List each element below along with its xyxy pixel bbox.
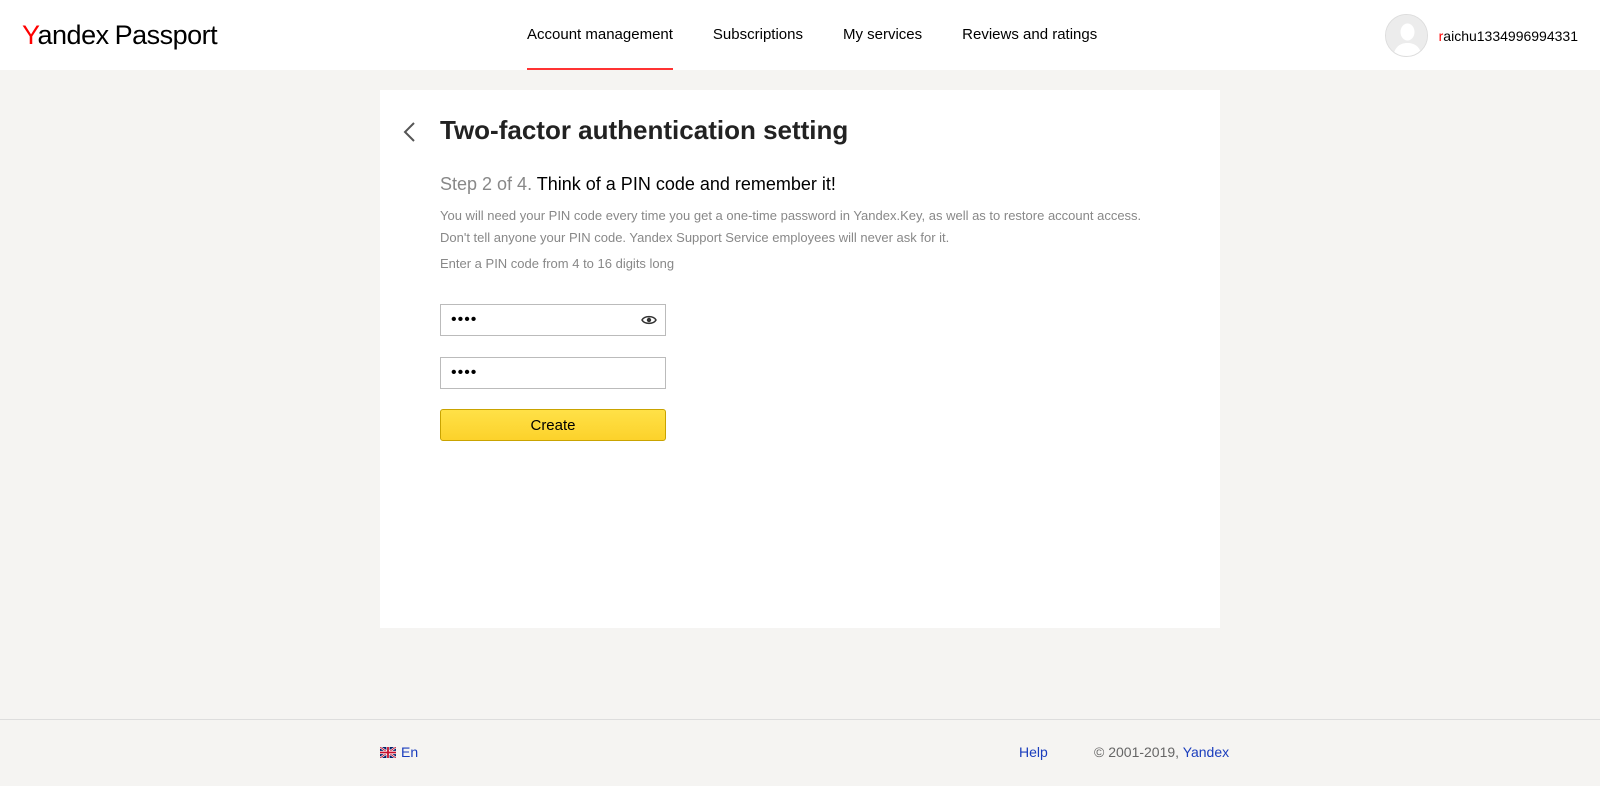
username[interactable]: raichu1334996994331 [1439, 28, 1578, 44]
nav-reviews-and-ratings[interactable]: Reviews and ratings [962, 0, 1097, 70]
back-button[interactable] [400, 120, 420, 144]
step-text: Think of a PIN code and remember it! [536, 174, 836, 194]
pin-description-line2: Don't tell anyone your PIN code. Yandex … [440, 230, 950, 245]
help-link[interactable]: Help [1019, 744, 1048, 760]
nav-my-services[interactable]: My services [843, 0, 922, 70]
copyright: © 2001-2019, Yandex [1094, 744, 1229, 760]
logo-product: Passport [114, 20, 218, 50]
pin-confirm-input[interactable] [441, 358, 665, 388]
user-menu[interactable]: raichu1334996994331 [1384, 14, 1578, 57]
avatar[interactable] [1384, 14, 1428, 57]
yandex-passport-logo[interactable]: Yandex Passport [22, 18, 218, 52]
pin-description: You will need your PIN code every time y… [440, 205, 1200, 249]
pin-input[interactable] [441, 305, 665, 335]
create-button[interactable]: Create [440, 409, 666, 441]
chevron-left-icon [403, 122, 415, 142]
logo-brand-rest: andex [37, 20, 110, 50]
pin-confirm-field[interactable] [440, 357, 666, 389]
uk-flag-icon [380, 746, 396, 758]
page-title: Two-factor authentication setting [440, 115, 849, 145]
nav-account-management[interactable]: Account management [527, 0, 673, 70]
pin-length-hint: Enter a PIN code from 4 to 16 digits lon… [440, 256, 675, 271]
avatar-silhouette-icon [1385, 15, 1427, 56]
header: Yandex Passport Account management Subscr… [0, 0, 1600, 70]
language-switcher[interactable]: En [380, 744, 418, 760]
step-number: Step 2 of 4. [440, 174, 533, 194]
top-nav: Account management Subscriptions My serv… [527, 0, 1137, 70]
username-rest: aichu1334996994331 [1443, 27, 1578, 44]
pin-field[interactable] [440, 304, 666, 336]
nav-subscriptions[interactable]: Subscriptions [713, 0, 803, 70]
step-heading: Step 2 of 4. Think of a PIN code and rem… [440, 174, 836, 195]
logo-y-letter: Y [22, 20, 38, 50]
copyright-text: © 2001-2019, [1094, 744, 1183, 760]
language-label: En [401, 744, 419, 760]
footer: En Help © 2001-2019, Yandex [0, 719, 1600, 786]
pin-description-line1: You will need your PIN code every time y… [440, 208, 1142, 223]
yandex-link[interactable]: Yandex [1183, 744, 1229, 760]
setup-card: Two-factor authentication setting Step 2… [380, 90, 1220, 628]
eye-icon[interactable] [641, 314, 657, 326]
